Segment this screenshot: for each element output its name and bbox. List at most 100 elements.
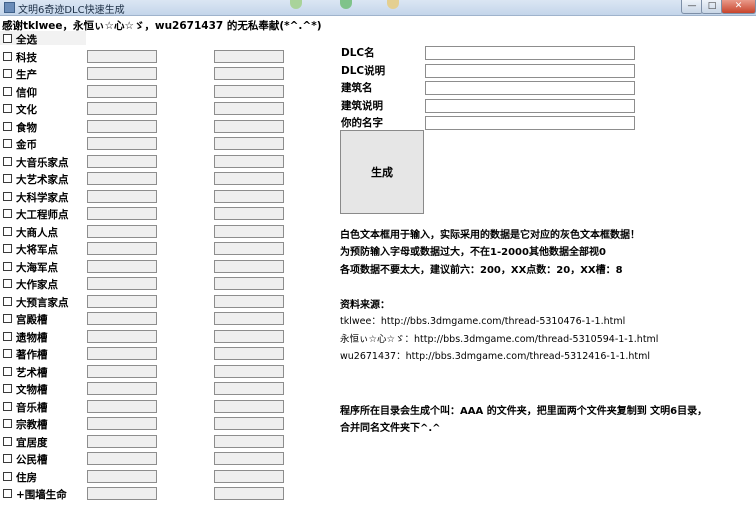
stat-checkbox[interactable] [3, 436, 12, 446]
stat-checkbox[interactable] [3, 454, 12, 463]
stat-checkbox[interactable] [3, 104, 12, 113]
value-box[interactable] [214, 469, 284, 483]
generate-button[interactable]: 生成 [340, 130, 424, 214]
building-desc-input[interactable] [425, 99, 635, 113]
stat-label: 大音乐家点 [16, 156, 69, 169]
stat-checkbox[interactable] [3, 209, 12, 218]
value-box[interactable] [214, 242, 284, 255]
value-box[interactable] [214, 277, 284, 290]
value-box[interactable] [214, 49, 284, 63]
input-box[interactable] [87, 154, 157, 168]
input-box[interactable] [87, 399, 157, 413]
stat-checkbox[interactable] [3, 226, 12, 236]
input-box[interactable] [87, 417, 157, 430]
input-box[interactable] [87, 434, 157, 448]
stat-checkbox[interactable] [3, 51, 12, 61]
value-box[interactable] [214, 207, 284, 220]
stat-checkbox[interactable] [3, 331, 12, 341]
stat-label: 文化 [16, 104, 37, 116]
dlc-name-input[interactable] [425, 46, 635, 60]
value-box[interactable] [214, 329, 284, 343]
value-box[interactable] [214, 399, 284, 413]
minimize-button[interactable]: — [681, 0, 703, 14]
stat-checkbox[interactable] [3, 296, 12, 306]
value-box[interactable] [214, 259, 284, 273]
value-box[interactable] [214, 294, 284, 308]
stat-label: 科技 [16, 51, 37, 64]
stat-label: 文物槽 [16, 384, 48, 396]
stat-checkbox[interactable] [3, 244, 12, 253]
stat-checkbox[interactable] [3, 314, 12, 323]
stat-row: 大工程师点 [0, 205, 300, 222]
stat-checkbox[interactable] [3, 349, 12, 358]
your-name-input[interactable] [425, 116, 635, 130]
input-box[interactable] [87, 119, 157, 133]
stat-label: 食物 [16, 121, 37, 134]
stat-checkbox[interactable] [3, 69, 12, 78]
input-box[interactable] [87, 189, 157, 203]
input-box[interactable] [87, 172, 157, 185]
value-box[interactable] [214, 172, 284, 185]
stat-checkbox[interactable] [3, 279, 12, 288]
stat-checkbox[interactable] [3, 191, 12, 201]
input-box[interactable] [87, 347, 157, 360]
value-box[interactable] [214, 434, 284, 448]
stat-checkbox[interactable] [3, 384, 12, 393]
input-box[interactable] [87, 84, 157, 98]
stat-checkbox[interactable] [3, 174, 12, 183]
input-box[interactable] [87, 224, 157, 238]
value-box[interactable] [214, 119, 284, 133]
your-name-label: 你的名字 [341, 117, 383, 129]
input-box[interactable] [87, 137, 157, 150]
value-box[interactable] [214, 224, 284, 238]
stat-checkbox[interactable] [3, 401, 12, 411]
stat-row: 大音乐家点 [0, 153, 300, 170]
maximize-button[interactable]: □ [701, 0, 723, 14]
stat-label: +围墙生命 [16, 489, 67, 501]
value-box[interactable] [214, 102, 284, 115]
input-box[interactable] [87, 294, 157, 308]
stat-label: 公民槽 [16, 454, 48, 466]
value-box[interactable] [214, 84, 284, 98]
stat-checkbox[interactable] [3, 261, 12, 271]
input-box[interactable] [87, 102, 157, 115]
value-box[interactable] [214, 137, 284, 150]
stat-checkbox[interactable] [3, 139, 12, 148]
input-box[interactable] [87, 207, 157, 220]
stat-row: 大预言家点 [0, 293, 300, 310]
close-button[interactable]: ✕ [721, 0, 756, 14]
select-all-checkbox[interactable] [3, 34, 12, 43]
value-box[interactable] [214, 364, 284, 378]
input-box[interactable] [87, 312, 157, 325]
input-box[interactable] [87, 382, 157, 395]
stat-checkbox[interactable] [3, 121, 12, 131]
value-box[interactable] [214, 452, 284, 465]
input-box[interactable] [87, 242, 157, 255]
stat-checkbox[interactable] [3, 419, 12, 428]
value-box[interactable] [214, 154, 284, 168]
input-box[interactable] [87, 329, 157, 343]
input-box[interactable] [87, 452, 157, 465]
input-box[interactable] [87, 469, 157, 483]
input-box[interactable] [87, 259, 157, 273]
value-box[interactable] [214, 487, 284, 500]
input-box[interactable] [87, 364, 157, 378]
building-name-input[interactable] [425, 81, 635, 95]
input-box[interactable] [87, 487, 157, 500]
stat-checkbox[interactable] [3, 86, 12, 96]
app-icon [4, 2, 15, 13]
input-box[interactable] [87, 277, 157, 290]
value-box[interactable] [214, 347, 284, 360]
value-box[interactable] [214, 67, 284, 80]
value-box[interactable] [214, 382, 284, 395]
stat-checkbox[interactable] [3, 366, 12, 376]
dlc-desc-input[interactable] [425, 64, 635, 78]
input-box[interactable] [87, 67, 157, 80]
value-box[interactable] [214, 417, 284, 430]
value-box[interactable] [214, 189, 284, 203]
stat-checkbox[interactable] [3, 489, 12, 498]
value-box[interactable] [214, 312, 284, 325]
stat-checkbox[interactable] [3, 471, 12, 481]
stat-checkbox[interactable] [3, 156, 12, 166]
input-box[interactable] [87, 49, 157, 63]
